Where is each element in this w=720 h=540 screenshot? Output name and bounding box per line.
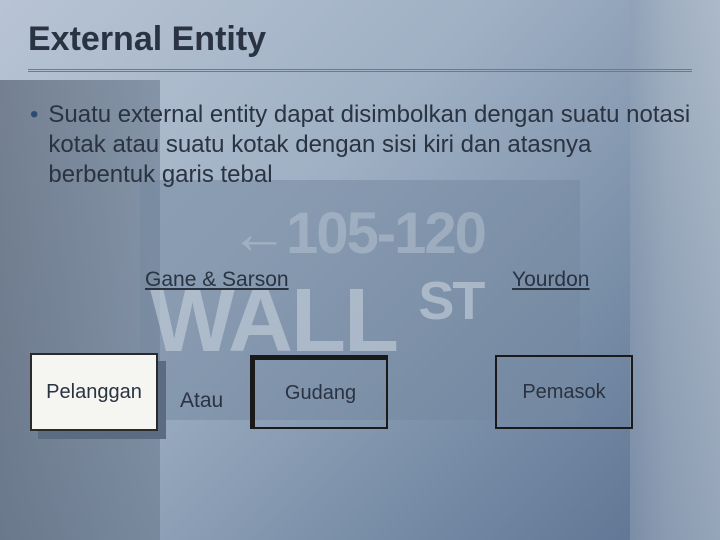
label-atau: Atau (180, 389, 223, 413)
box-pemasok: Pemasok (495, 355, 633, 429)
box-gudang: Gudang (250, 355, 388, 429)
bg-sign-st: ST (418, 271, 483, 331)
label-yourdon: Yourdon (512, 268, 589, 292)
title-divider: External Entity (28, 20, 692, 72)
slide-title: External Entity (28, 20, 692, 59)
bullet-dot-icon: • (30, 100, 38, 190)
bullet-item: • Suatu external entity dapat disimbolka… (28, 100, 692, 190)
bullet-text: Suatu external entity dapat disimbolkan … (48, 100, 692, 190)
box-pelanggan: Pelanggan (30, 353, 158, 431)
label-gane-sarson: Gane & Sarson (145, 268, 289, 292)
